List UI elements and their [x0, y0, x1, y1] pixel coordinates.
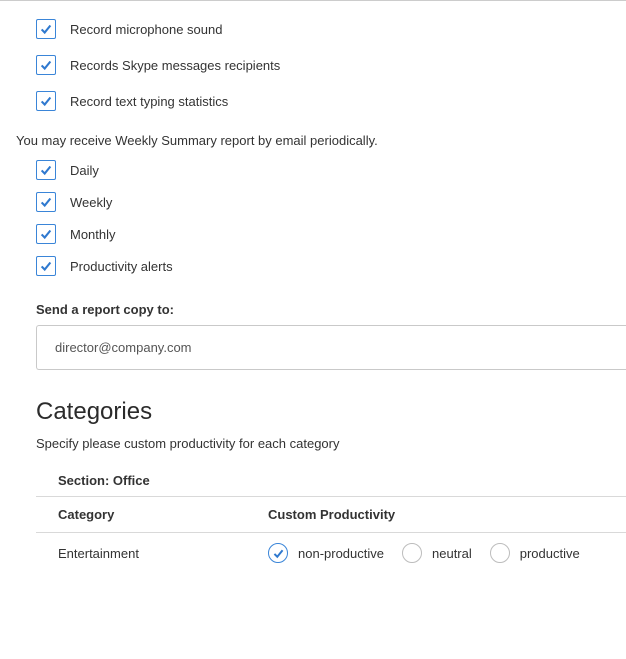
- checkbox-productivity-alerts[interactable]: [36, 256, 56, 276]
- option-label: Records Skype messages recipients: [70, 58, 280, 73]
- check-icon: [272, 547, 285, 560]
- check-icon: [39, 94, 53, 108]
- option-record-microphone: Record microphone sound: [8, 11, 626, 47]
- section-name: Office: [113, 473, 150, 488]
- radio-productive[interactable]: [490, 543, 510, 563]
- report-copy-label: Send a report copy to:: [8, 282, 626, 325]
- report-copy-input[interactable]: [36, 325, 626, 370]
- check-icon: [39, 227, 53, 241]
- col-productivity: Custom Productivity: [268, 507, 626, 522]
- radio-label-productive: productive: [520, 546, 580, 561]
- categories-description: Specify please custom productivity for e…: [8, 436, 626, 465]
- check-icon: [39, 163, 53, 177]
- option-weekly: Weekly: [8, 186, 626, 218]
- report-copy-field-wrap: [36, 325, 626, 370]
- checkbox-record-microphone[interactable]: [36, 19, 56, 39]
- checkbox-record-skype[interactable]: [36, 55, 56, 75]
- option-label: Weekly: [70, 195, 112, 210]
- settings-panel: Record microphone sound Records Skype me…: [0, 0, 626, 573]
- option-record-skype: Records Skype messages recipients: [8, 47, 626, 83]
- cell-category: Entertainment: [58, 546, 268, 561]
- checkbox-record-typing[interactable]: [36, 91, 56, 111]
- check-icon: [39, 58, 53, 72]
- col-category: Category: [58, 507, 268, 522]
- summary-intro-text: You may receive Weekly Summary report by…: [8, 119, 626, 154]
- check-icon: [39, 195, 53, 209]
- table-row: Entertainment non-productive neutral pro…: [36, 533, 626, 573]
- categories-heading: Categories: [36, 398, 626, 426]
- option-label: Record microphone sound: [70, 22, 222, 37]
- radio-label-nonproductive: non-productive: [298, 546, 384, 561]
- option-record-typing: Record text typing statistics: [8, 83, 626, 119]
- categories-table: Section: Office Category Custom Producti…: [36, 465, 626, 573]
- option-label: Productivity alerts: [70, 259, 173, 274]
- cell-productivity: non-productive neutral productive: [268, 543, 626, 563]
- column-headers: Category Custom Productivity: [36, 497, 626, 533]
- check-icon: [39, 259, 53, 273]
- check-icon: [39, 22, 53, 36]
- checkbox-weekly[interactable]: [36, 192, 56, 212]
- option-monthly: Monthly: [8, 218, 626, 250]
- radio-neutral[interactable]: [402, 543, 422, 563]
- option-productivity-alerts: Productivity alerts: [8, 250, 626, 282]
- checkbox-monthly[interactable]: [36, 224, 56, 244]
- option-label: Daily: [70, 163, 99, 178]
- checkbox-daily[interactable]: [36, 160, 56, 180]
- section-label-prefix: Section:: [58, 473, 113, 488]
- option-daily: Daily: [8, 154, 626, 186]
- section-header: Section: Office: [36, 465, 626, 497]
- radio-label-neutral: neutral: [432, 546, 472, 561]
- option-label: Monthly: [70, 227, 116, 242]
- option-label: Record text typing statistics: [70, 94, 228, 109]
- radio-nonproductive[interactable]: [268, 543, 288, 563]
